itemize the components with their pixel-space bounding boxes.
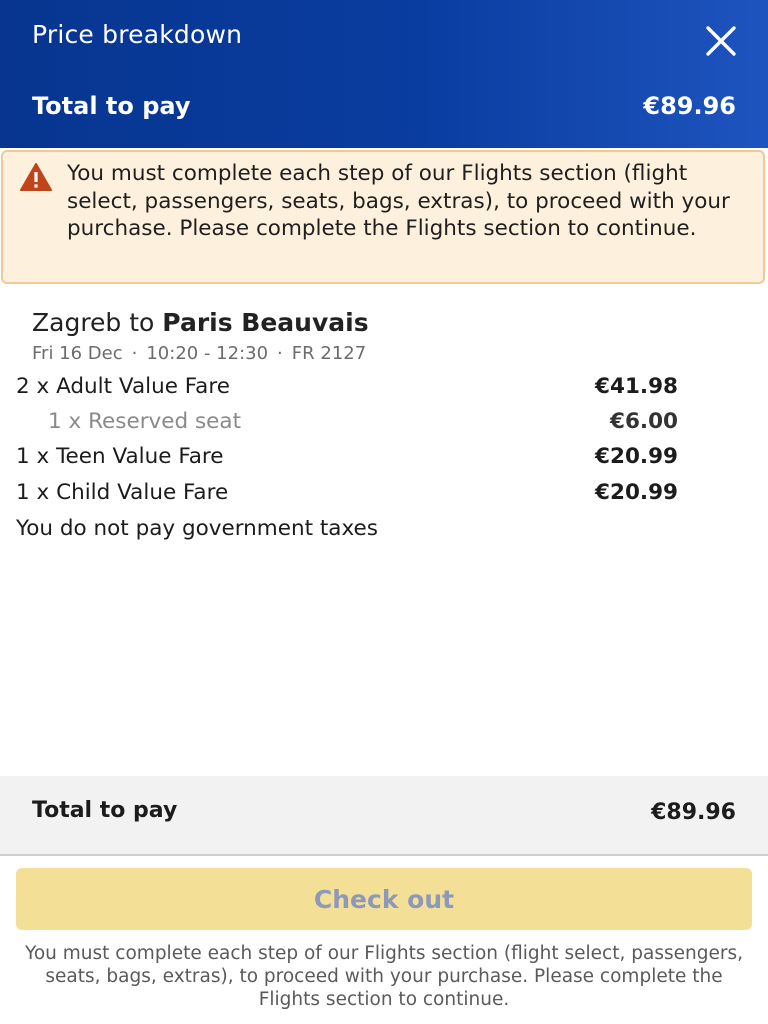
flight-route: Zagreb to Paris Beauvais bbox=[32, 308, 736, 337]
fare-amount: €6.00 bbox=[609, 409, 678, 434]
fare-label: 1 x Reserved seat bbox=[48, 409, 242, 434]
footer-total-bar: Total to pay €89.96 bbox=[0, 776, 768, 856]
flight-summary: Zagreb to Paris Beauvais Fri 16 Dec · 10:2… bbox=[32, 308, 736, 364]
warning-text: You must complete each step of our Fligh… bbox=[67, 161, 730, 241]
route-origin: Zagreb to bbox=[32, 308, 163, 337]
warning-banner: You must complete each step of our Fligh… bbox=[1, 150, 765, 284]
checkout-button[interactable]: Check out bbox=[16, 868, 752, 930]
fare-label: 2 x Adult Value Fare bbox=[16, 374, 230, 399]
fare-amount: €20.99 bbox=[595, 480, 678, 505]
flight-number: FR 2127 bbox=[291, 343, 367, 364]
price-breakdown-header: Price breakdown Total to pay €89.96 bbox=[0, 0, 768, 148]
tax-note-text: You do not pay government taxes bbox=[16, 516, 378, 541]
header-total-value: €89.96 bbox=[643, 92, 736, 120]
fare-amount: €41.98 bbox=[595, 374, 678, 399]
fare-label: 1 x Child Value Fare bbox=[16, 480, 229, 505]
page-title: Price breakdown bbox=[32, 20, 243, 49]
warning-triangle-icon bbox=[20, 163, 52, 191]
flight-time: 10:20 - 12:30 bbox=[146, 343, 269, 364]
close-icon[interactable] bbox=[700, 20, 742, 62]
route-destination: Paris Beauvais bbox=[162, 308, 369, 337]
fare-amount: €20.99 bbox=[595, 444, 678, 469]
fare-label: 1 x Teen Value Fare bbox=[16, 444, 224, 469]
flight-meta: Fri 16 Dec · 10:20 - 12:30 · FR 2127 bbox=[32, 343, 367, 364]
checkout-note: You must complete each step of our Fligh… bbox=[25, 943, 743, 1010]
flight-date: Fri 16 Dec bbox=[32, 343, 123, 364]
footer-total-label: Total to pay bbox=[32, 798, 178, 823]
header-total-label: Total to pay bbox=[32, 92, 191, 120]
footer-total-value: €89.96 bbox=[651, 800, 736, 825]
